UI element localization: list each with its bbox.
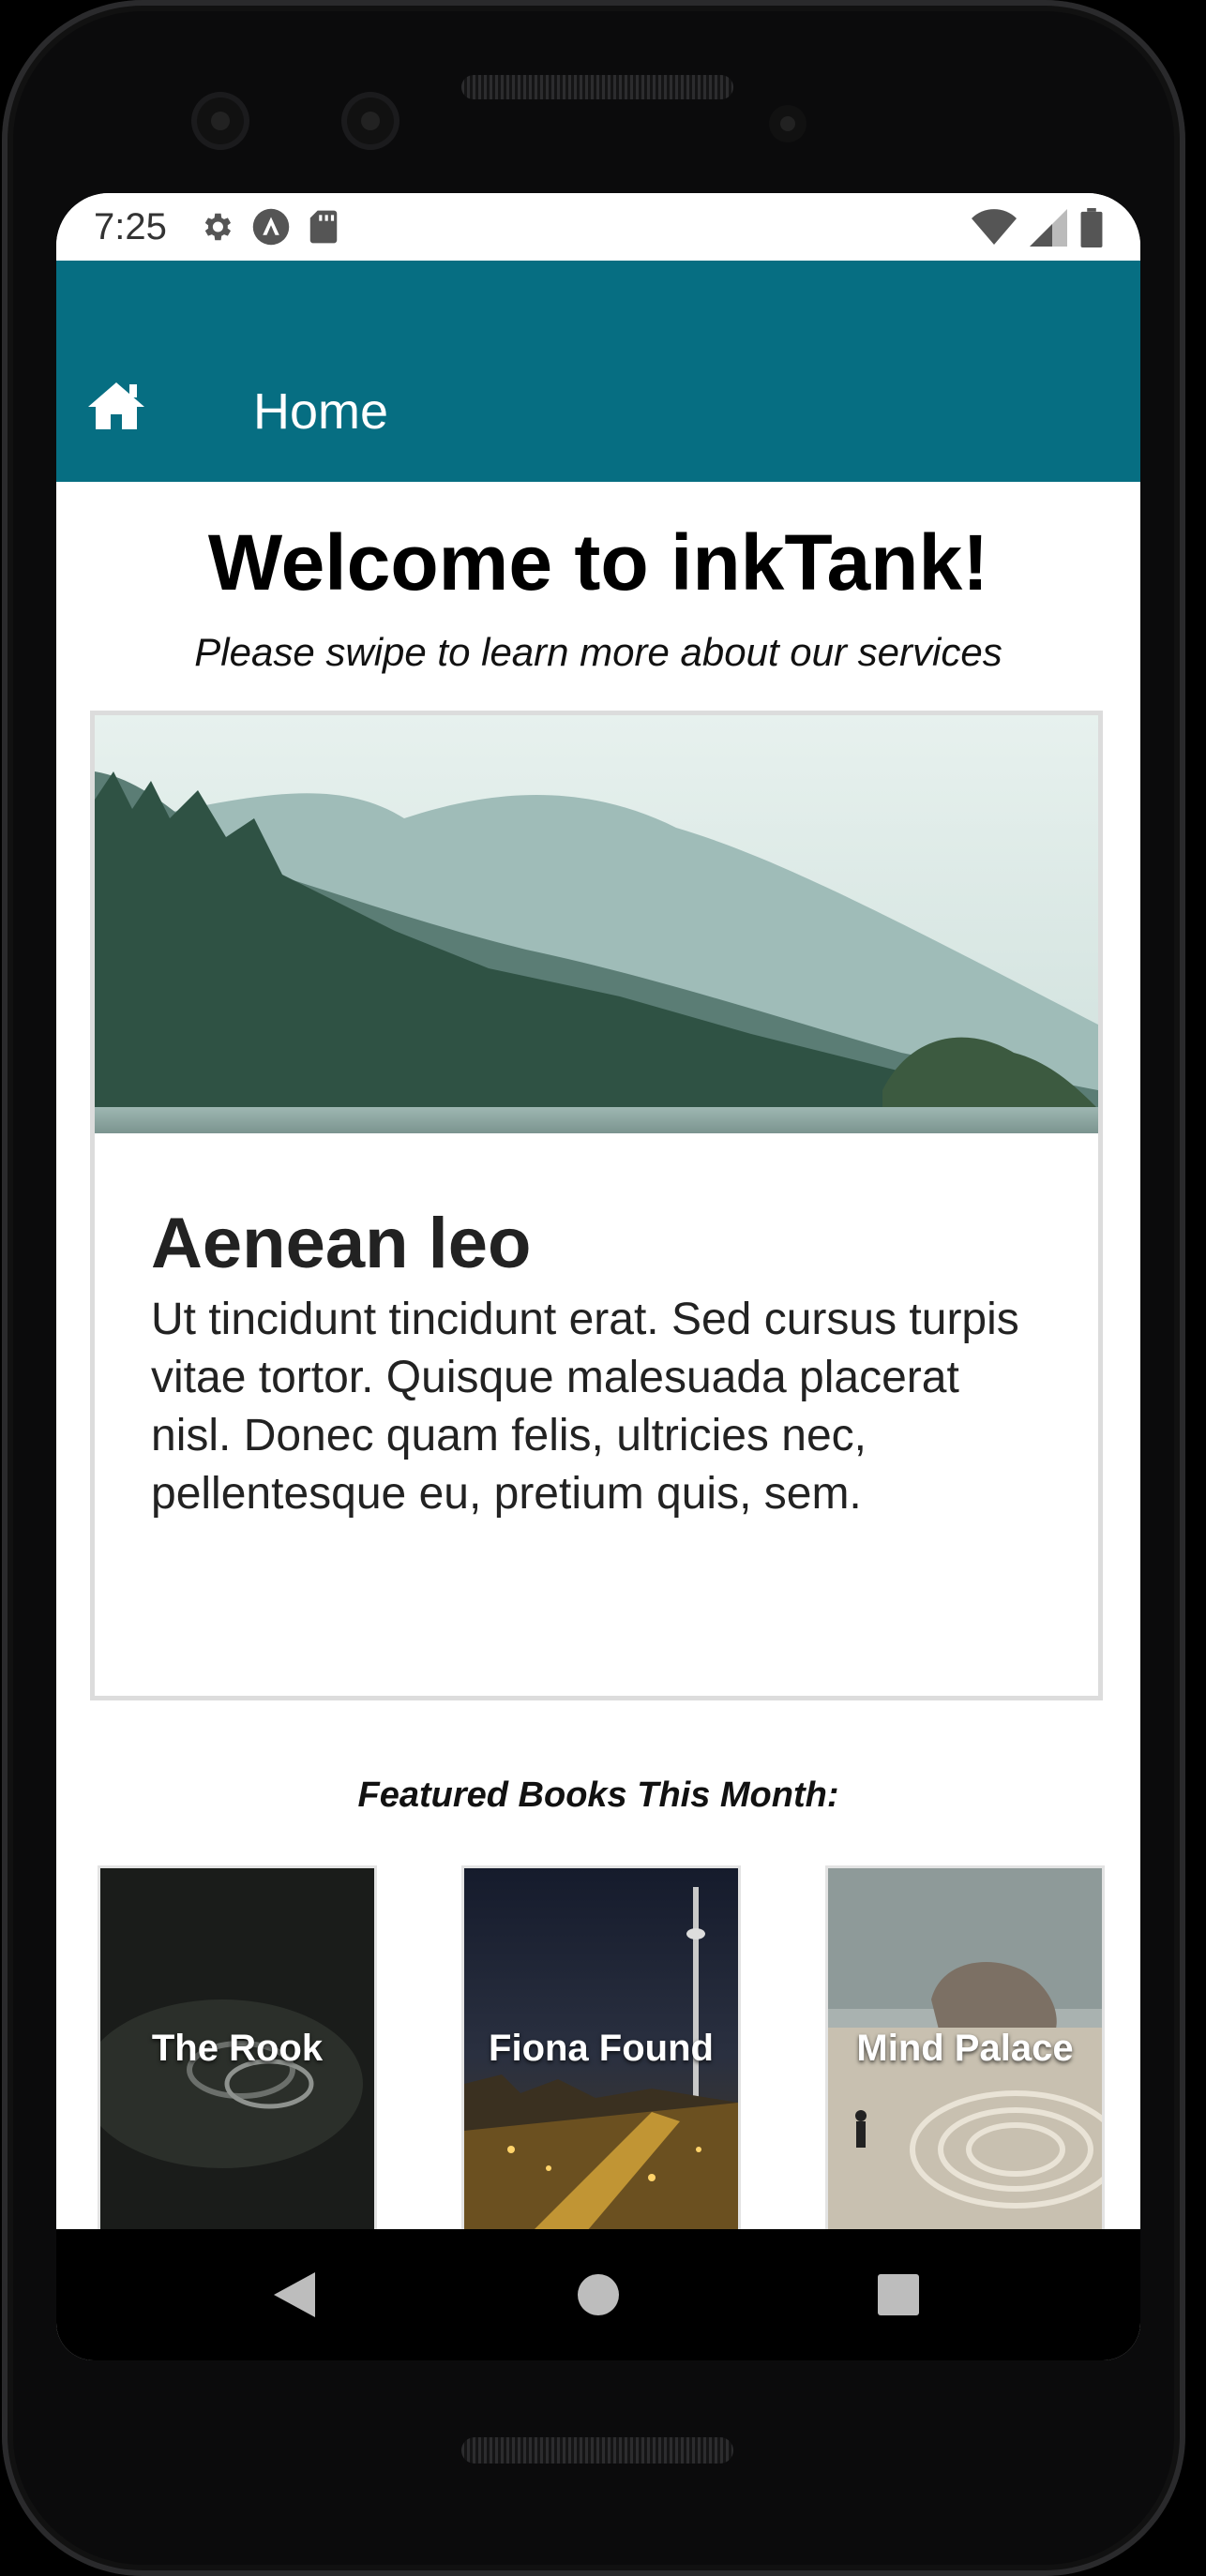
bottom-speaker [461,2437,733,2464]
book-title: The Rook [151,2028,324,2069]
recents-icon[interactable] [878,2274,919,2315]
back-icon[interactable] [274,2272,315,2317]
home-circle-icon[interactable] [578,2274,619,2315]
service-card[interactable]: Aenean leo Ut tincidunt tincidunt erat. … [90,711,1103,1700]
battery-icon [1080,208,1103,247]
card-title: Aenean leo [151,1204,532,1283]
front-sensor [347,97,394,144]
gear-icon [204,213,231,241]
book-card-fiona-found[interactable]: Fiona Found [461,1865,741,2246]
status-bar: 7:25 [56,193,1140,261]
wifi-icon [972,209,1017,245]
book-card-the-rook[interactable]: The Rook [98,1865,377,2246]
screen: 7:25 Home Welcome to inkTank! Please swi… [56,193,1140,2360]
system-nav-bar [56,2229,1140,2360]
app-bar-title: Home [253,383,389,440]
proximity-sensor [769,105,807,142]
book-title: Mind Palace [856,2028,1074,2069]
phone-frame: 7:25 Home Welcome to inkTank! Please swi… [2,0,1185,2576]
featured-heading: Featured Books This Month: [357,1775,839,1815]
book-title: Fiona Found [489,2028,714,2069]
front-camera [197,97,244,144]
earpiece-speaker [461,75,733,99]
a-badge-icon [252,208,290,246]
welcome-heading: Welcome to inkTank! [207,518,989,607]
card-body: Ut tincidunt tincidunt erat. Sed cursus … [151,1295,1019,1519]
card-landscape-image [95,715,1098,1133]
signal-icon [1030,209,1067,247]
status-time: 7:25 [94,205,167,247]
home-icon[interactable] [86,379,146,431]
app-bar: Home [56,261,1140,482]
book-card-mind-palace[interactable]: Mind Palace [825,1865,1105,2246]
sd-card-icon [309,210,338,244]
swipe-hint: Please swipe to learn more about our ser… [194,630,1002,674]
